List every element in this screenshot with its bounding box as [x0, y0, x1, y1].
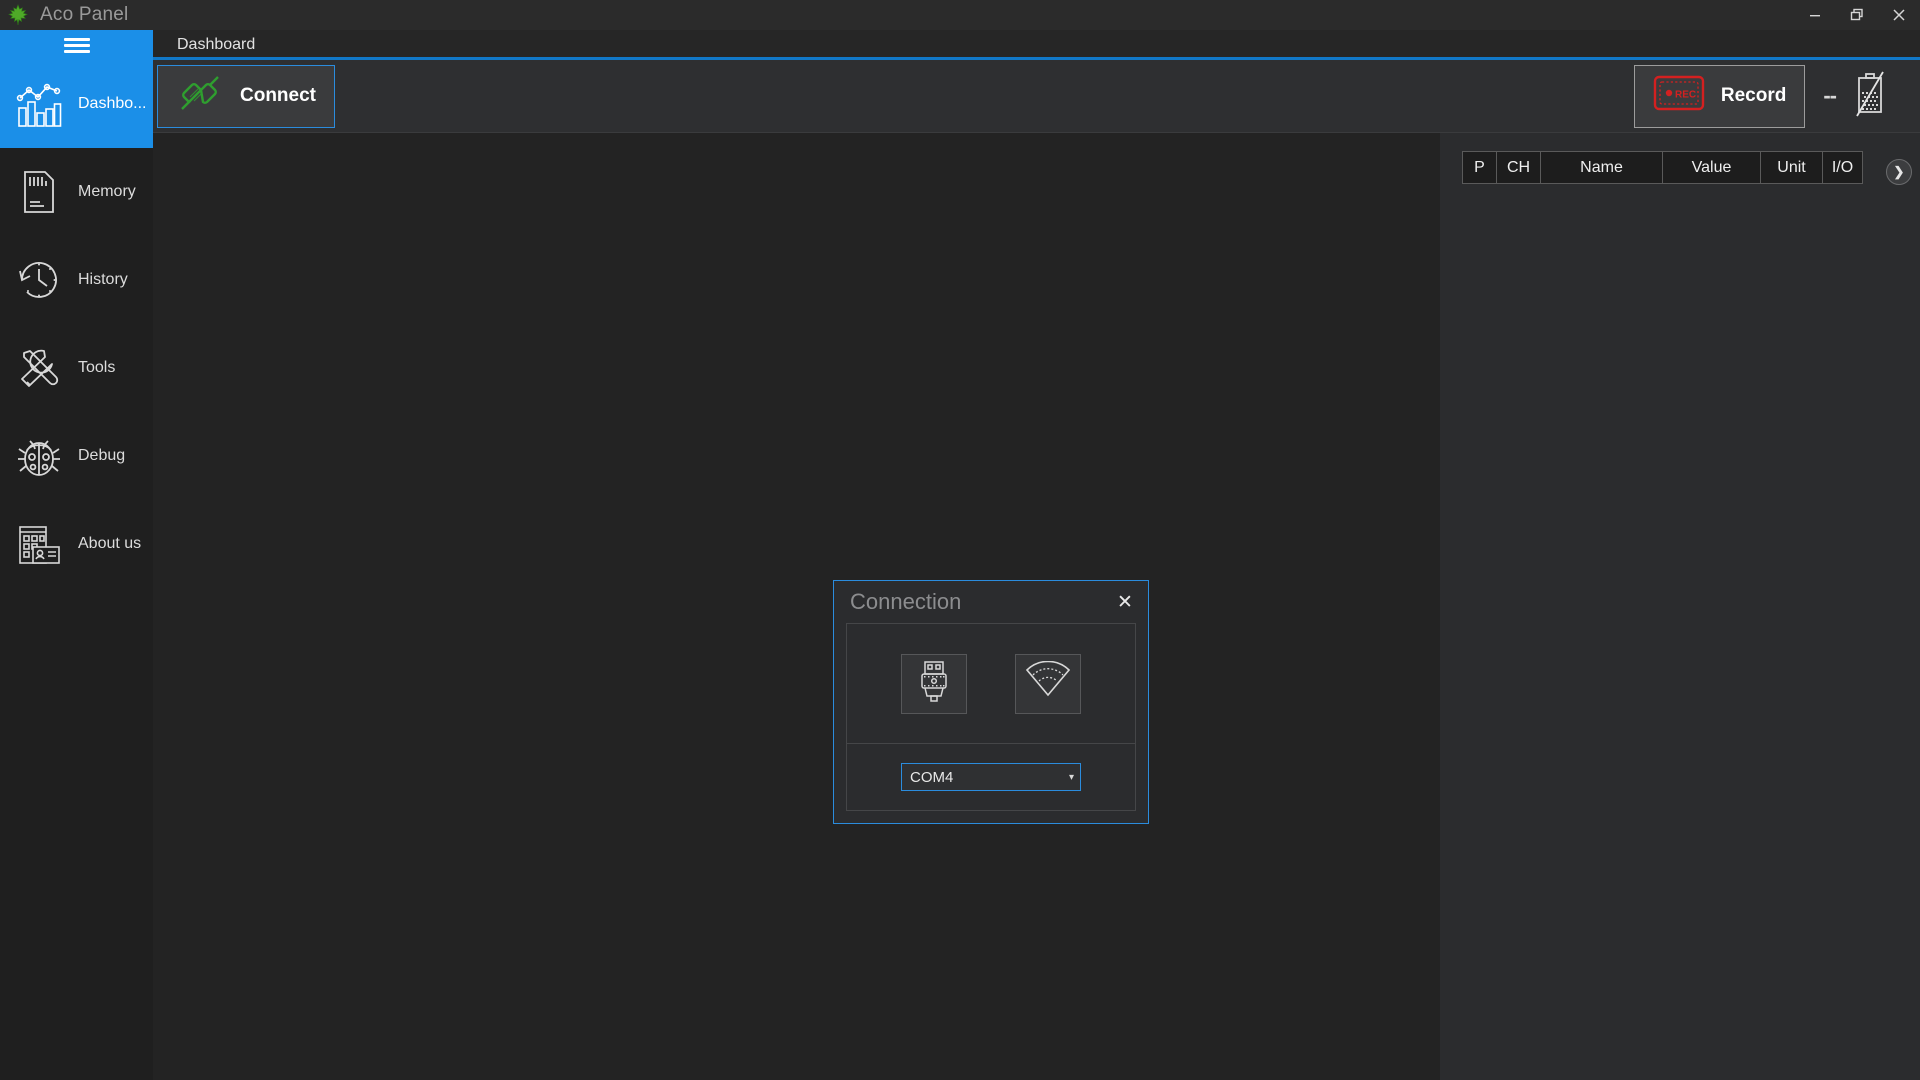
work-area: Connection ✕ COM4 ▾ P CH Name Value Unit…	[153, 133, 1920, 1080]
sidebar-item-label: About us	[78, 535, 142, 552]
sidebar-item-dashboard[interactable]: Dashbo...	[0, 60, 153, 148]
sidebar-item-label: History	[78, 271, 128, 288]
record-label: Record	[1720, 85, 1787, 106]
wireless-mode-button[interactable]	[1015, 653, 1081, 714]
connect-label: Connect	[240, 85, 316, 106]
svg-text:REC: REC	[1675, 90, 1696, 101]
column-header-unit[interactable]: Unit	[1760, 151, 1823, 184]
dialog-footer: COM4 ▾	[847, 744, 1135, 810]
column-header-ch[interactable]: CH	[1496, 151, 1541, 184]
wifi-signal-icon	[1024, 660, 1072, 706]
usb-connector-icon	[913, 658, 955, 709]
sidebar-item-label: Debug	[78, 447, 126, 464]
tab-label: Dashboard	[177, 36, 256, 53]
battery-disconnected-icon	[1852, 70, 1888, 123]
usb-mode-button[interactable]	[901, 653, 967, 714]
sidebar-item-tools[interactable]: Tools	[0, 324, 153, 412]
column-header-p[interactable]: P	[1462, 151, 1497, 184]
window-titlebar: Aco Panel	[0, 0, 1920, 30]
connection-dialog: Connection ✕ COM4 ▾	[833, 580, 1149, 824]
ladybug-icon	[14, 429, 64, 483]
dialog-titlebar: Connection ✕	[834, 581, 1148, 623]
close-button[interactable]	[1878, 0, 1920, 30]
wrench-screwdriver-icon	[14, 341, 64, 395]
sidebar-item-about-us[interactable]: About us	[0, 500, 153, 588]
close-icon[interactable]: ✕	[1110, 587, 1140, 617]
connect-button[interactable]: Connect	[157, 64, 335, 128]
minimize-button[interactable]	[1794, 0, 1836, 30]
sidebar-item-history[interactable]: History	[0, 236, 153, 324]
app-shell: Dashbo... Memory History Tools Debug Abo…	[0, 60, 1920, 1080]
toolbar-right-group: REC Record --	[1633, 64, 1916, 128]
chevron-down-icon[interactable]: ▾	[1069, 772, 1074, 783]
column-header-value[interactable]: Value	[1662, 151, 1761, 184]
restore-button[interactable]	[1836, 0, 1878, 30]
window-controls	[1794, 0, 1920, 30]
tab-bar: Dashboard	[0, 30, 1920, 60]
rec-badge-icon: REC	[1653, 73, 1705, 119]
connection-mode-group	[847, 624, 1135, 744]
sd-card-icon	[14, 165, 64, 219]
hamburger-icon[interactable]	[0, 30, 153, 60]
building-idcard-icon	[14, 517, 64, 571]
battery-value: --	[1823, 83, 1837, 108]
clock-rewind-icon	[14, 253, 64, 307]
sidebar-item-label: Dashbo...	[78, 95, 147, 112]
table-header-row: P CH Name Value Unit I/O	[1462, 151, 1863, 184]
dashboard-canvas[interactable]: Connection ✕ COM4 ▾	[153, 133, 1440, 1080]
chevron-right-icon[interactable]: ❯	[1886, 159, 1912, 185]
sidebar-item-memory[interactable]: Memory	[0, 148, 153, 236]
dialog-title: Connection	[850, 589, 962, 614]
plug-connector-icon	[176, 71, 224, 121]
com-port-value: COM4	[910, 768, 954, 786]
dialog-body: COM4 ▾	[846, 623, 1136, 811]
chart-bars-icon	[14, 77, 64, 131]
sidebar-item-debug[interactable]: Debug	[0, 412, 153, 500]
sidebar: Dashbo... Memory History Tools Debug Abo…	[0, 60, 153, 1080]
channel-panel: P CH Name Value Unit I/O ❯	[1440, 133, 1920, 1080]
channel-table: P CH Name Value Unit I/O	[1462, 151, 1863, 184]
sidebar-item-label: Tools	[78, 359, 116, 376]
sidebar-item-label: Memory	[78, 183, 136, 200]
record-button[interactable]: REC Record	[1633, 64, 1806, 128]
main-column: Connect REC Record -- Connection ✕ COM4 …	[153, 60, 1920, 1080]
battery-status: --	[1823, 70, 1916, 123]
maple-leaf-icon	[6, 3, 30, 27]
com-port-select[interactable]: COM4 ▾	[901, 763, 1081, 791]
app-title: Aco Panel	[40, 4, 129, 25]
column-header-io[interactable]: I/O	[1822, 151, 1863, 184]
tab-dashboard[interactable]: Dashboard	[153, 30, 269, 60]
main-toolbar: Connect REC Record --	[153, 60, 1920, 133]
column-header-name[interactable]: Name	[1540, 151, 1663, 184]
